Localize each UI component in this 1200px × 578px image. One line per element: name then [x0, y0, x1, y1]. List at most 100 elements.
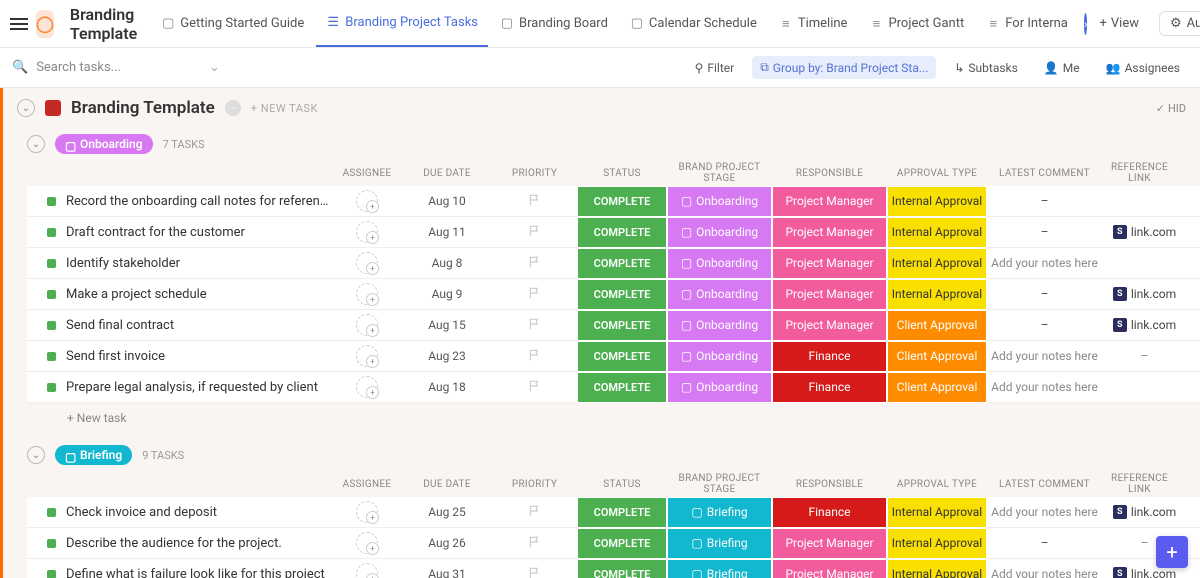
status-cell[interactable]: COMPLETE — [577, 497, 667, 528]
comment-cell[interactable]: – — [987, 318, 1102, 332]
responsible-cell[interactable]: Project Manager — [772, 186, 887, 217]
reference-link[interactable]: Slink.com — [1102, 225, 1187, 239]
responsible-cell[interactable]: Project Manager — [772, 217, 887, 248]
me-button[interactable]: 👤Me — [1036, 57, 1088, 79]
stage-cell[interactable]: ▢Onboarding — [667, 310, 772, 341]
task-row[interactable]: Record the onboarding call notes for ref… — [27, 186, 1200, 217]
status-cell[interactable]: COMPLETE — [577, 310, 667, 341]
priority-cell[interactable] — [492, 285, 577, 304]
filter-button[interactable]: ⚲Filter — [687, 57, 743, 79]
responsible-cell[interactable]: Finance — [772, 497, 887, 528]
due-date[interactable]: Aug 23 — [402, 349, 492, 363]
add-assignee-icon[interactable] — [356, 345, 378, 367]
task-row[interactable]: Make a project schedule Aug 9 COMPLETE ▢… — [27, 279, 1200, 310]
responsible-cell[interactable]: Project Manager — [772, 310, 887, 341]
tab-getting-started[interactable]: ▢ Getting Started Guide — [151, 1, 314, 47]
approval-cell[interactable]: Internal Approval — [887, 559, 987, 578]
approval-cell[interactable]: Client Approval — [887, 341, 987, 372]
task-row[interactable]: Draft contract for the customer Aug 11 C… — [27, 217, 1200, 248]
assignee-cell[interactable] — [332, 376, 402, 398]
status-cell[interactable]: COMPLETE — [577, 248, 667, 279]
status-cell[interactable]: COMPLETE — [577, 559, 667, 578]
new-task-link[interactable]: + NEW TASK — [251, 102, 318, 115]
comment-cell[interactable]: Add your notes here — [987, 349, 1102, 363]
assignee-cell[interactable] — [332, 252, 402, 274]
menu-icon[interactable] — [10, 12, 28, 36]
responsible-cell[interactable]: Project Manager — [772, 528, 887, 559]
collapse-toggle[interactable]: ⌄ — [27, 135, 45, 153]
due-date[interactable]: Aug 18 — [402, 380, 492, 394]
add-assignee-icon[interactable] — [356, 252, 378, 274]
status-cell[interactable]: COMPLETE — [577, 217, 667, 248]
task-row[interactable]: Send final contract Aug 15 COMPLETE ▢Onb… — [27, 310, 1200, 341]
info-icon[interactable]: ⋯ — [225, 100, 241, 116]
due-date[interactable]: Aug 26 — [402, 536, 492, 550]
priority-cell[interactable] — [492, 254, 577, 273]
reference-link[interactable]: Slink.com — [1102, 505, 1187, 519]
assignee-cell[interactable] — [332, 190, 402, 212]
add-task-fab[interactable]: + — [1156, 536, 1188, 568]
approval-cell[interactable]: Internal Approval — [887, 186, 987, 217]
collapse-toggle[interactable]: ⌄ — [27, 446, 45, 464]
tab-gantt[interactable]: ≡ Project Gantt — [859, 1, 974, 47]
reference-link[interactable]: Slink.com — [1102, 318, 1187, 332]
status-cell[interactable]: COMPLETE — [577, 186, 667, 217]
assignee-cell[interactable] — [332, 501, 402, 523]
approval-cell[interactable]: Client Approval — [887, 310, 987, 341]
tab-calendar[interactable]: ▢ Calendar Schedule — [620, 1, 767, 47]
add-assignee-icon[interactable] — [356, 563, 378, 578]
reference-link[interactable]: – — [1102, 349, 1187, 363]
task-row[interactable]: Prepare legal analysis, if requested by … — [27, 372, 1200, 403]
group-badge[interactable]: ▢ Briefing — [55, 445, 132, 465]
comment-cell[interactable]: – — [987, 194, 1102, 208]
stage-cell[interactable]: ▢Briefing — [667, 497, 772, 528]
due-date[interactable]: Aug 9 — [402, 287, 492, 301]
tab-internal[interactable]: ≡ For Interna — [976, 1, 1078, 47]
add-assignee-icon[interactable] — [356, 532, 378, 554]
tab-branding-tasks[interactable]: ☰ Branding Project Tasks — [316, 1, 488, 47]
due-date[interactable]: Aug 15 — [402, 318, 492, 332]
responsible-cell[interactable]: Project Manager — [772, 559, 887, 578]
priority-cell[interactable] — [492, 223, 577, 242]
priority-cell[interactable] — [492, 316, 577, 335]
approval-cell[interactable]: Internal Approval — [887, 528, 987, 559]
stage-cell[interactable]: ▢Onboarding — [667, 186, 772, 217]
add-assignee-icon[interactable] — [356, 376, 378, 398]
due-date[interactable]: Aug 11 — [402, 225, 492, 239]
add-view-button[interactable]: + View — [1089, 16, 1149, 31]
task-row[interactable]: Define what is failure look like for thi… — [27, 559, 1200, 578]
group-by-button[interactable]: ⧉Group by: Brand Project Sta... — [752, 56, 936, 79]
assignee-cell[interactable] — [332, 563, 402, 578]
status-cell[interactable]: COMPLETE — [577, 528, 667, 559]
priority-cell[interactable] — [492, 378, 577, 397]
approval-cell[interactable]: Internal Approval — [887, 248, 987, 279]
assignee-cell[interactable] — [332, 532, 402, 554]
due-date[interactable]: Aug 10 — [402, 194, 492, 208]
assignee-cell[interactable] — [332, 221, 402, 243]
due-date[interactable]: Aug 8 — [402, 256, 492, 270]
priority-cell[interactable] — [492, 192, 577, 211]
search-input[interactable]: 🔍 Search tasks... ⌄ — [12, 60, 220, 75]
task-row[interactable]: Identify stakeholder Aug 8 COMPLETE ▢Onb… — [27, 248, 1200, 279]
stage-cell[interactable]: ▢Onboarding — [667, 279, 772, 310]
add-assignee-icon[interactable] — [356, 314, 378, 336]
task-row[interactable]: Check invoice and deposit Aug 25 COMPLET… — [27, 497, 1200, 528]
stage-cell[interactable]: ▢Onboarding — [667, 248, 772, 279]
task-row[interactable]: Describe the audience for the project. A… — [27, 528, 1200, 559]
comment-cell[interactable]: – — [987, 287, 1102, 301]
status-cell[interactable]: COMPLETE — [577, 279, 667, 310]
subtasks-button[interactable]: ↳Subtasks — [946, 57, 1025, 79]
stage-cell[interactable]: ▢Briefing — [667, 528, 772, 559]
responsible-cell[interactable]: Finance — [772, 372, 887, 403]
add-task-link[interactable]: + New task — [27, 403, 1200, 425]
comment-cell[interactable]: – — [987, 225, 1102, 239]
tab-timeline[interactable]: ≡ Timeline — [769, 1, 858, 47]
approval-cell[interactable]: Internal Approval — [887, 279, 987, 310]
due-date[interactable]: Aug 31 — [402, 567, 492, 578]
stage-cell[interactable]: ▢Onboarding — [667, 217, 772, 248]
comment-cell[interactable]: Add your notes here — [987, 505, 1102, 519]
comment-cell[interactable]: Add your notes here — [987, 567, 1102, 578]
next-tabs-button[interactable]: › — [1084, 13, 1088, 35]
comment-cell[interactable]: – — [987, 536, 1102, 550]
responsible-cell[interactable]: Project Manager — [772, 279, 887, 310]
